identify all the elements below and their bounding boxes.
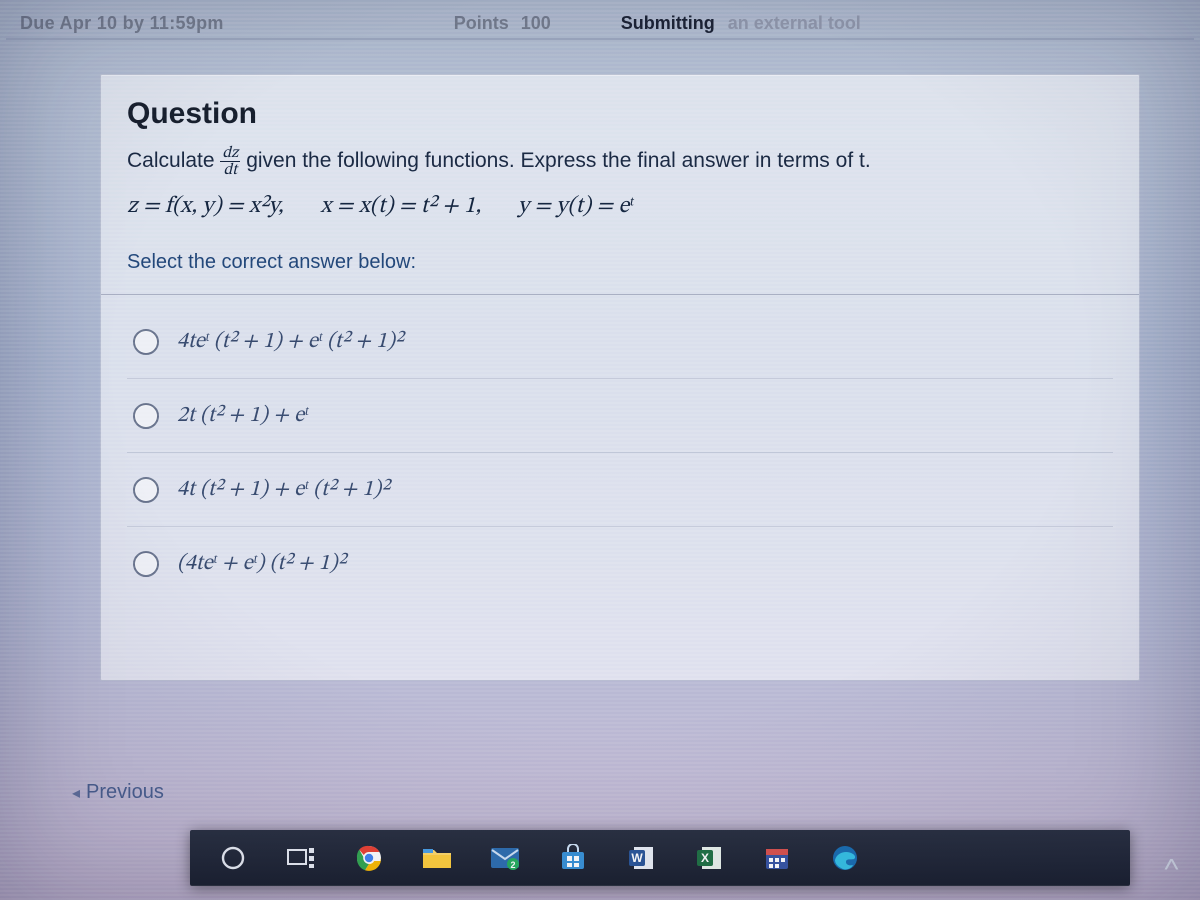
- chevron-left-icon: ◂: [72, 783, 80, 803]
- equation-x: x = x(t) = t² + 1,: [320, 195, 481, 218]
- equation-y: y = y(t) = eᵗ: [518, 195, 633, 218]
- option-1[interactable]: 4teᵗ (t² + 1) + eᵗ (t² + 1)²: [127, 305, 1113, 378]
- svg-text:W: W: [631, 851, 643, 865]
- due-date: Due Apr 10 by 11:59pm: [20, 13, 224, 34]
- edge-icon[interactable]: [828, 841, 862, 875]
- fraction-numerator: dz: [220, 145, 240, 162]
- select-instruction: Select the correct answer below:: [127, 251, 1113, 274]
- svg-text:2: 2: [510, 860, 515, 870]
- file-explorer-icon[interactable]: [420, 841, 454, 875]
- option-2[interactable]: 2t (t² + 1) + eᵗ: [127, 378, 1113, 452]
- option-4-text: (4teᵗ + eᵗ) (t² + 1)²: [177, 549, 346, 578]
- option-1-text: 4teᵗ (t² + 1) + eᵗ (t² + 1)²: [177, 327, 403, 356]
- tray-chevron-up-icon[interactable]: ˄: [1163, 852, 1180, 878]
- cortana-circle-icon[interactable]: [216, 841, 250, 875]
- task-view-icon[interactable]: [284, 841, 318, 875]
- radio-icon[interactable]: [133, 403, 159, 429]
- store-icon[interactable]: [556, 841, 590, 875]
- points-value: 100: [521, 13, 551, 34]
- radio-icon[interactable]: [133, 477, 159, 503]
- assignment-header: Due Apr 10 by 11:59pm Points 100 Submitt…: [0, 0, 1200, 38]
- calendar-icon[interactable]: [760, 841, 794, 875]
- word-icon[interactable]: W: [624, 841, 658, 875]
- answer-options: 4teᵗ (t² + 1) + eᵗ (t² + 1)² 2t (t² + 1)…: [127, 305, 1113, 600]
- submitting-label: Submitting: [621, 13, 715, 33]
- question-card: Question Calculate dz dt given the follo…: [100, 74, 1140, 681]
- svg-text:X: X: [701, 851, 709, 865]
- equation-row: z = f(x, y) = x²y, x = x(t) = t² + 1, y …: [127, 192, 1113, 221]
- header-divider: [6, 38, 1194, 40]
- fraction-dz-dt: dz dt: [220, 145, 240, 178]
- previous-label: Previous: [86, 781, 164, 804]
- windows-taskbar: 2 W X: [190, 830, 1130, 886]
- previous-button[interactable]: ◂ Previous: [72, 781, 164, 804]
- excel-icon[interactable]: X: [692, 841, 726, 875]
- options-divider: [101, 294, 1139, 295]
- submitting-row: Submitting an external tool: [621, 13, 861, 34]
- radio-icon[interactable]: [133, 329, 159, 355]
- option-4[interactable]: (4teᵗ + eᵗ) (t² + 1)²: [127, 526, 1113, 600]
- option-2-text: 2t (t² + 1) + eᵗ: [177, 401, 308, 430]
- chrome-icon[interactable]: [352, 841, 386, 875]
- option-3[interactable]: 4t (t² + 1) + eᵗ (t² + 1)²: [127, 452, 1113, 526]
- mail-icon[interactable]: 2: [488, 841, 522, 875]
- fraction-denominator: dt: [220, 162, 240, 178]
- submitting-value: an external tool: [728, 13, 861, 33]
- radio-icon[interactable]: [133, 551, 159, 577]
- prompt-text-after: given the following functions. Express t…: [246, 149, 870, 172]
- question-prompt: Calculate dz dt given the following func…: [127, 145, 1113, 178]
- prompt-text-before: Calculate: [127, 149, 220, 172]
- option-3-text: 4t (t² + 1) + eᵗ (t² + 1)²: [177, 475, 389, 504]
- equation-z: z = f(x, y) = x²y,: [127, 195, 284, 218]
- question-title: Question: [127, 97, 1113, 131]
- points-label: Points: [454, 13, 509, 34]
